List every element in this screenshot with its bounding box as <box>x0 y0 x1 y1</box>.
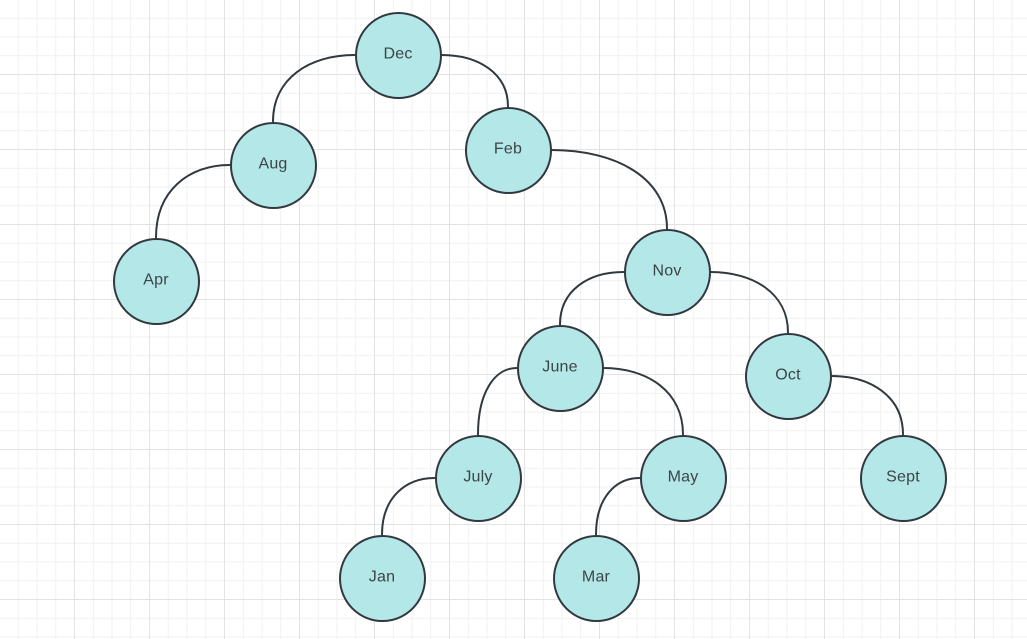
tree-node-label: Aug <box>258 155 288 173</box>
tree-node-sept[interactable]: Sept <box>859 434 947 522</box>
tree-node-label: Mar <box>581 568 611 586</box>
tree-node-feb[interactable]: Feb <box>464 106 552 194</box>
tree-edge-dec-aug <box>272 54 356 123</box>
tree-node-label: May <box>667 468 699 486</box>
tree-edge-dec-feb <box>440 54 509 108</box>
tree-edge-nov-june <box>559 271 625 326</box>
tree-node-apr[interactable]: Apr <box>112 237 200 325</box>
tree-node-label: Jan <box>368 568 396 586</box>
tree-node-label: Sept <box>886 468 920 486</box>
tree-diagram-canvas: Dec Aug Feb Apr Nov June Oct July May Sept Jan Mar <box>0 0 1027 639</box>
tree-node-label: Dec <box>383 45 413 63</box>
tree-node-label: June <box>542 358 578 376</box>
tree-node-label: July <box>463 468 493 486</box>
tree-edge-oct-sept <box>830 375 904 436</box>
tree-node-label: Apr <box>143 271 169 289</box>
tree-node-may[interactable]: May <box>639 434 727 522</box>
tree-node-dec[interactable]: Dec <box>354 11 442 99</box>
tree-edge-june-july <box>477 367 518 436</box>
tree-node-july[interactable]: July <box>434 434 522 522</box>
tree-node-nov[interactable]: Nov <box>623 228 711 316</box>
tree-edge-may-mar <box>595 477 641 536</box>
tree-node-june[interactable]: June <box>516 324 604 412</box>
tree-node-label: Feb <box>493 140 523 158</box>
tree-node-mar[interactable]: Mar <box>552 534 640 622</box>
tree-node-jan[interactable]: Jan <box>338 534 426 622</box>
tree-node-label: Oct <box>775 366 801 384</box>
tree-node-label: Nov <box>652 262 682 280</box>
tree-edge-june-may <box>602 367 684 436</box>
tree-edge-feb-nov <box>550 149 668 230</box>
tree-node-aug[interactable]: Aug <box>229 121 317 209</box>
tree-node-oct[interactable]: Oct <box>744 332 832 420</box>
tree-edge-july-jan <box>381 477 436 536</box>
tree-edge-nov-oct <box>709 271 789 334</box>
tree-edge-aug-apr <box>155 164 231 239</box>
